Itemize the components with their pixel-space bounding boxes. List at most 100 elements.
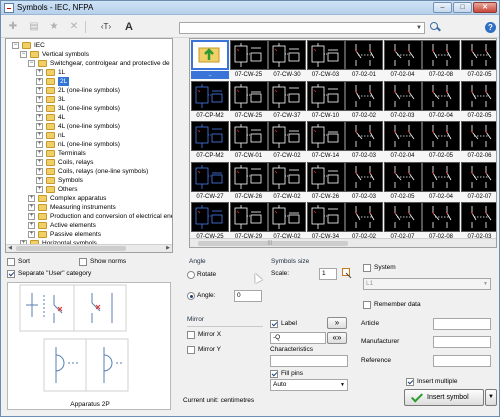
expand-icon[interactable]: +	[36, 114, 43, 121]
expand-icon[interactable]: +	[36, 96, 43, 103]
symbol-thumbnail[interactable]	[306, 161, 345, 192]
tree-item[interactable]: +2L (one-line symbols)	[6, 86, 172, 95]
sort-checkbox[interactable]	[7, 258, 15, 266]
symbol-thumbnail[interactable]	[306, 80, 345, 111]
symbol-cell[interactable]: 07-CW-25	[229, 80, 268, 121]
expand-icon[interactable]: +	[36, 168, 43, 175]
symbol-thumbnail[interactable]	[268, 161, 306, 192]
characteristics-input[interactable]	[270, 355, 348, 367]
grid-horizontal-scrollbar[interactable]: |||	[190, 238, 496, 247]
symbol-thumbnail[interactable]	[422, 202, 460, 232]
tree-item[interactable]: +4L (one-line symbols)	[6, 122, 172, 131]
symbol-thumbnail[interactable]	[422, 161, 460, 192]
chevron-down-icon[interactable]: ▼	[414, 23, 424, 33]
symbol-thumbnail[interactable]	[422, 121, 460, 151]
symbol-cell[interactable]: 07-CW-03	[306, 40, 345, 80]
expand-icon[interactable]: +	[28, 204, 35, 211]
insert-multiple-checkbox[interactable]	[406, 378, 414, 386]
expand-icon[interactable]: +	[28, 213, 35, 220]
symbol-thumbnail[interactable]	[345, 80, 383, 111]
tree-item[interactable]: + Active elements	[6, 221, 172, 230]
remember-data-checkbox[interactable]	[363, 301, 371, 309]
symbol-thumbnail[interactable]	[422, 80, 460, 111]
symbol-thumbnail[interactable]	[229, 202, 268, 232]
symbol-cell[interactable]: 07-02-04	[422, 80, 460, 121]
show-norms-checkbox[interactable]	[79, 258, 87, 266]
collapse-icon[interactable]: −	[28, 60, 35, 67]
symbol-thumbnail[interactable]	[383, 161, 422, 192]
symbol-cell[interactable]: 07-02-07	[383, 202, 422, 242]
scrollbar-thumb[interactable]	[16, 246, 126, 251]
tree-item[interactable]: +2L	[6, 77, 172, 86]
symbol-cell[interactable]: 07-02-05	[460, 40, 496, 80]
tree-item[interactable]: +1L	[6, 68, 172, 77]
angle-input[interactable]: 0	[234, 290, 262, 302]
symbol-thumbnail[interactable]	[460, 80, 496, 111]
symbol-thumbnail[interactable]	[345, 161, 383, 192]
star-icon[interactable]: ★	[47, 20, 61, 34]
tree-item[interactable]: − Vertical symbols	[6, 50, 172, 59]
delete-icon[interactable]: ✕	[67, 20, 81, 34]
fill-pins-checkbox[interactable]	[270, 370, 278, 378]
symbol-cell[interactable]: 07-02-01	[345, 40, 383, 80]
symbol-thumbnail[interactable]	[383, 80, 422, 111]
symbol-cell[interactable]: 07-CW-02	[268, 202, 306, 242]
symbol-cell[interactable]: 07-CW-01	[229, 121, 268, 161]
expand-icon[interactable]: +	[36, 150, 43, 157]
tree-item[interactable]: + Coils, relays (one-line symbols)	[6, 167, 172, 176]
symbol-cell[interactable]: 07-02-03	[383, 80, 422, 121]
symbol-cell[interactable]: 07-02-03	[460, 202, 496, 242]
symbol-thumbnail[interactable]	[460, 161, 496, 192]
expand-icon[interactable]: +	[28, 231, 35, 238]
system-checkbox[interactable]	[363, 264, 371, 272]
manufacturer-input[interactable]	[433, 336, 491, 348]
collapse-icon[interactable]: −	[20, 51, 27, 58]
fill-pins-select[interactable]: Auto ▼	[270, 379, 348, 391]
symbol-cell[interactable]: 07-02-02	[345, 80, 383, 121]
expand-icon[interactable]: +	[36, 78, 43, 85]
label-checkbox[interactable]	[270, 320, 278, 328]
tree-item[interactable]: + Complex apparatus	[6, 194, 172, 203]
expand-icon[interactable]: +	[36, 132, 43, 139]
symbol-cell[interactable]: ..	[191, 40, 229, 80]
symbol-thumbnail[interactable]	[268, 80, 306, 111]
expand-icon[interactable]: +	[36, 159, 43, 166]
tree-item[interactable]: + nL	[6, 131, 172, 140]
symbol-cell[interactable]: 07-CW-10	[306, 80, 345, 121]
tree-item[interactable]: + Symbols	[6, 176, 172, 185]
symbol-thumbnail[interactable]	[268, 121, 306, 151]
symbol-cell[interactable]: 07-02-04	[383, 121, 422, 161]
symbol-thumbnail[interactable]	[229, 40, 268, 70]
minimize-button[interactable]: –	[433, 2, 452, 13]
tree-item[interactable]: + nL (one-line symbols)	[6, 140, 172, 149]
symbol-cell[interactable]: 07-CW-37	[268, 80, 306, 121]
rotate-radio[interactable]	[187, 271, 195, 279]
symbol-cell[interactable]: 07-CW-26	[229, 161, 268, 202]
expand-icon[interactable]: +	[36, 123, 43, 130]
scroll-left-icon[interactable]: ◀	[6, 245, 14, 252]
mirror-y-checkbox[interactable]	[187, 346, 195, 354]
tree-horizontal-scrollbar[interactable]: ◀ ▶	[6, 244, 172, 252]
symbol-cell[interactable]: 07-02-08	[422, 202, 460, 242]
expand-icon[interactable]: +	[36, 177, 43, 184]
scrollbar-thumb[interactable]	[198, 241, 348, 246]
symbol-cell[interactable]: 07-02-03	[345, 121, 383, 161]
symbol-thumbnail[interactable]	[191, 80, 229, 111]
symbol-thumbnail[interactable]	[460, 40, 496, 70]
tree-item[interactable]: + Measuring instruments	[6, 203, 172, 212]
plus-icon[interactable]: ✚	[6, 20, 20, 34]
symbol-thumbnail[interactable]	[460, 121, 496, 151]
category-tree[interactable]: − IEC − Vertical symbols − Switchgear, contro…	[5, 38, 173, 253]
symbol-thumbnail[interactable]	[191, 121, 229, 151]
label-swap-button[interactable]: «»	[327, 332, 347, 344]
symbol-thumbnail[interactable]	[306, 121, 345, 151]
search-icon[interactable]	[429, 21, 441, 33]
symbol-cell[interactable]: 07-02-02	[345, 202, 383, 242]
search-input[interactable]: ▼	[179, 22, 425, 34]
symbol-thumbnail[interactable]	[345, 202, 383, 232]
collapse-icon[interactable]: −	[12, 42, 19, 49]
symbol-cell[interactable]: 07-02-05	[460, 80, 496, 121]
symbol-cell[interactable]: 07-02-04	[422, 161, 460, 202]
symbol-thumbnail[interactable]	[191, 202, 229, 232]
symbol-cell[interactable]: 07-02-04	[383, 40, 422, 80]
